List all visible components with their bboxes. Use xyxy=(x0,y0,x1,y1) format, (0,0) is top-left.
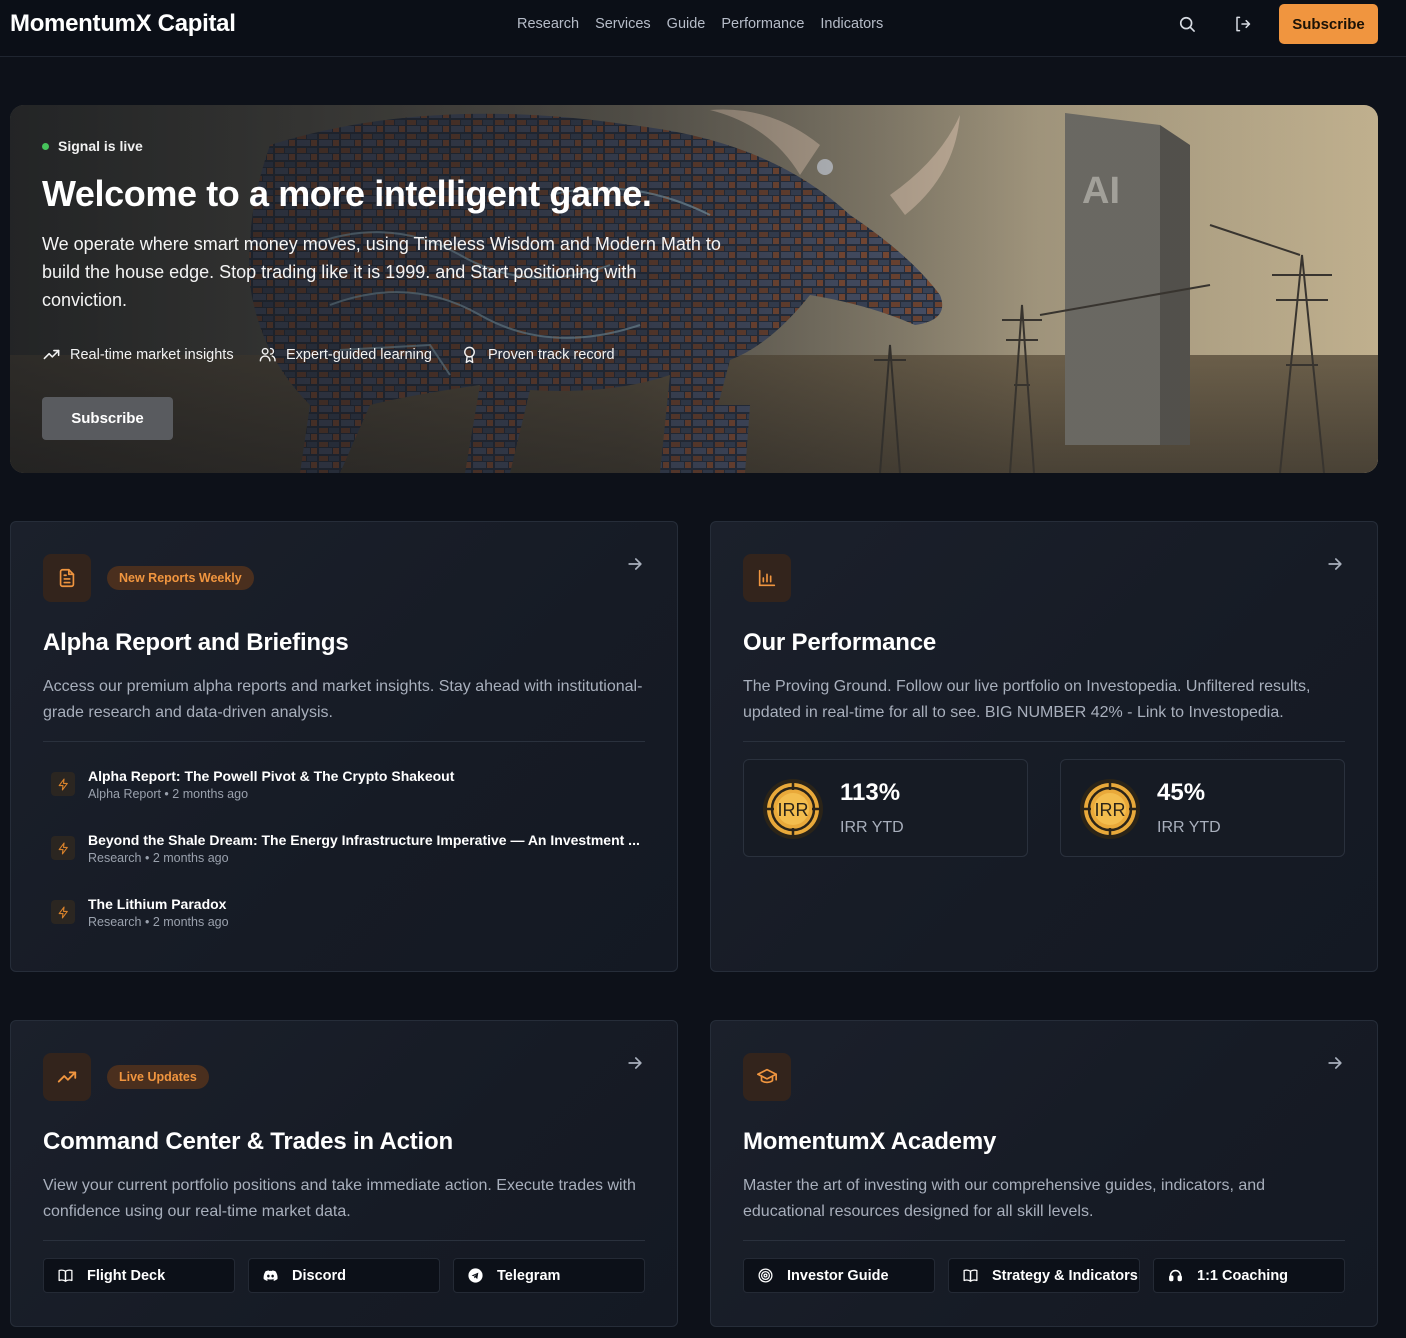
divider xyxy=(43,741,645,742)
command-center-card[interactable]: Live Updates Command Center & Trades in … xyxy=(10,1020,678,1327)
card-title: Command Center & Trades in Action xyxy=(43,1128,453,1155)
users-icon xyxy=(259,347,276,362)
flight-deck-button[interactable]: Flight Deck xyxy=(43,1258,235,1293)
arrow-right-icon[interactable] xyxy=(1325,554,1345,574)
target-icon xyxy=(758,1268,773,1283)
report-meta: Research • 2 months ago xyxy=(88,915,229,929)
card-title: Alpha Report and Briefings xyxy=(43,629,349,656)
bolt-icon xyxy=(51,772,75,796)
irr-coin-icon: IRR xyxy=(763,779,823,839)
nav-performance[interactable]: Performance xyxy=(721,16,804,32)
irr-label: IRR YTD xyxy=(1157,819,1221,836)
alpha-report-card[interactable]: New Reports Weekly Alpha Report and Brie… xyxy=(10,521,678,972)
discord-icon xyxy=(263,1270,278,1281)
bolt-icon xyxy=(51,836,75,860)
hero-title: Welcome to a more intelligent game. xyxy=(42,173,652,214)
report-title[interactable]: The Lithium Paradox xyxy=(88,896,229,912)
report-meta: Research • 2 months ago xyxy=(88,851,229,865)
live-dot-icon xyxy=(42,142,49,150)
card-description: Master the art of investing with our com… xyxy=(743,1177,1266,1220)
nav-research[interactable]: Research xyxy=(517,16,579,32)
arrow-right-icon[interactable] xyxy=(625,554,645,574)
report-item[interactable]: Alpha Report: The Powell Pivot & The Cry… xyxy=(51,768,454,801)
svg-text:IRR: IRR xyxy=(778,800,809,820)
irr-label: IRR YTD xyxy=(840,819,904,836)
brand-logo[interactable]: MomentumX Capital xyxy=(10,10,236,38)
irr-coin-icon: IRR xyxy=(1080,779,1140,839)
strategy-indicators-button[interactable]: Strategy & Indicators xyxy=(948,1258,1140,1293)
hero-banner: AI Signal is live Welcome to a mo xyxy=(10,105,1378,473)
nav-guide[interactable]: Guide xyxy=(667,16,706,32)
feature-expert-learning: Expert-guided learning xyxy=(258,345,432,364)
card-title: Our Performance xyxy=(743,629,937,656)
divider xyxy=(743,1240,1345,1241)
trend-up-icon xyxy=(43,1053,91,1101)
logout-icon[interactable] xyxy=(1232,14,1252,34)
coaching-button[interactable]: 1:1 Coaching xyxy=(1153,1258,1345,1293)
irr-stat-tile: IRR 45% IRR YTD xyxy=(1060,759,1345,857)
award-icon xyxy=(464,346,475,364)
hero-description: We operate where smart money moves, usin… xyxy=(42,234,721,310)
trend-up-icon xyxy=(43,349,60,360)
card-description: View your current portfolio positions an… xyxy=(43,1177,636,1220)
subscribe-button-hero[interactable]: Subscribe xyxy=(42,397,173,440)
book-icon xyxy=(58,1269,73,1282)
search-icon[interactable] xyxy=(1177,14,1197,34)
feature-real-time-insights: Real-time market insights xyxy=(42,345,234,364)
divider xyxy=(743,741,1345,742)
book-icon xyxy=(963,1269,978,1282)
divider xyxy=(43,1240,645,1241)
nav-indicators[interactable]: Indicators xyxy=(820,16,883,32)
irr-value: 45% xyxy=(1157,779,1206,806)
report-item[interactable]: The Lithium Paradox Research • 2 months a… xyxy=(51,896,229,929)
arrow-right-icon[interactable] xyxy=(1325,1053,1345,1073)
nav-services[interactable]: Services xyxy=(595,16,651,32)
arrow-right-icon[interactable] xyxy=(625,1053,645,1073)
telegram-button[interactable]: Telegram xyxy=(453,1258,645,1293)
feature-track-record: Proven track record xyxy=(460,345,615,364)
document-icon xyxy=(43,554,91,602)
investor-guide-button[interactable]: Investor Guide xyxy=(743,1258,935,1293)
card-title: MomentumX Academy xyxy=(743,1128,997,1155)
report-title[interactable]: Beyond the Shale Dream: The Energy Infra… xyxy=(88,832,640,848)
top-navigation-bar: MomentumX Capital Research Services Guid… xyxy=(0,0,1406,57)
main-nav: Research Services Guide Performance Indi… xyxy=(517,16,883,32)
graduation-cap-icon xyxy=(743,1053,791,1101)
discord-button[interactable]: Discord xyxy=(248,1258,440,1293)
live-updates-badge: Live Updates xyxy=(107,1065,209,1089)
bar-chart-icon xyxy=(743,554,791,602)
irr-stat-tile: IRR 113% IRR YTD xyxy=(743,759,1028,857)
card-description: The Proving Ground. Follow our live port… xyxy=(743,678,1311,721)
new-reports-badge: New Reports Weekly xyxy=(107,566,254,590)
report-title[interactable]: Alpha Report: The Powell Pivot & The Cry… xyxy=(88,768,454,784)
academy-card[interactable]: MomentumX Academy Master the art of inve… xyxy=(710,1020,1378,1327)
irr-value: 113% xyxy=(840,779,901,806)
subscribe-button-header[interactable]: Subscribe xyxy=(1279,4,1378,44)
report-item[interactable]: Beyond the Shale Dream: The Energy Infra… xyxy=(51,832,640,865)
telegram-icon xyxy=(468,1268,483,1283)
signal-live-status: Signal is live xyxy=(42,138,143,154)
report-meta: Alpha Report • 2 months ago xyxy=(88,787,249,801)
bolt-icon xyxy=(51,900,75,924)
svg-text:IRR: IRR xyxy=(1095,800,1126,820)
headset-icon xyxy=(1169,1269,1182,1282)
card-description: Access our premium alpha reports and mar… xyxy=(43,678,643,721)
performance-card[interactable]: Our Performance The Proving Ground. Foll… xyxy=(710,521,1378,972)
